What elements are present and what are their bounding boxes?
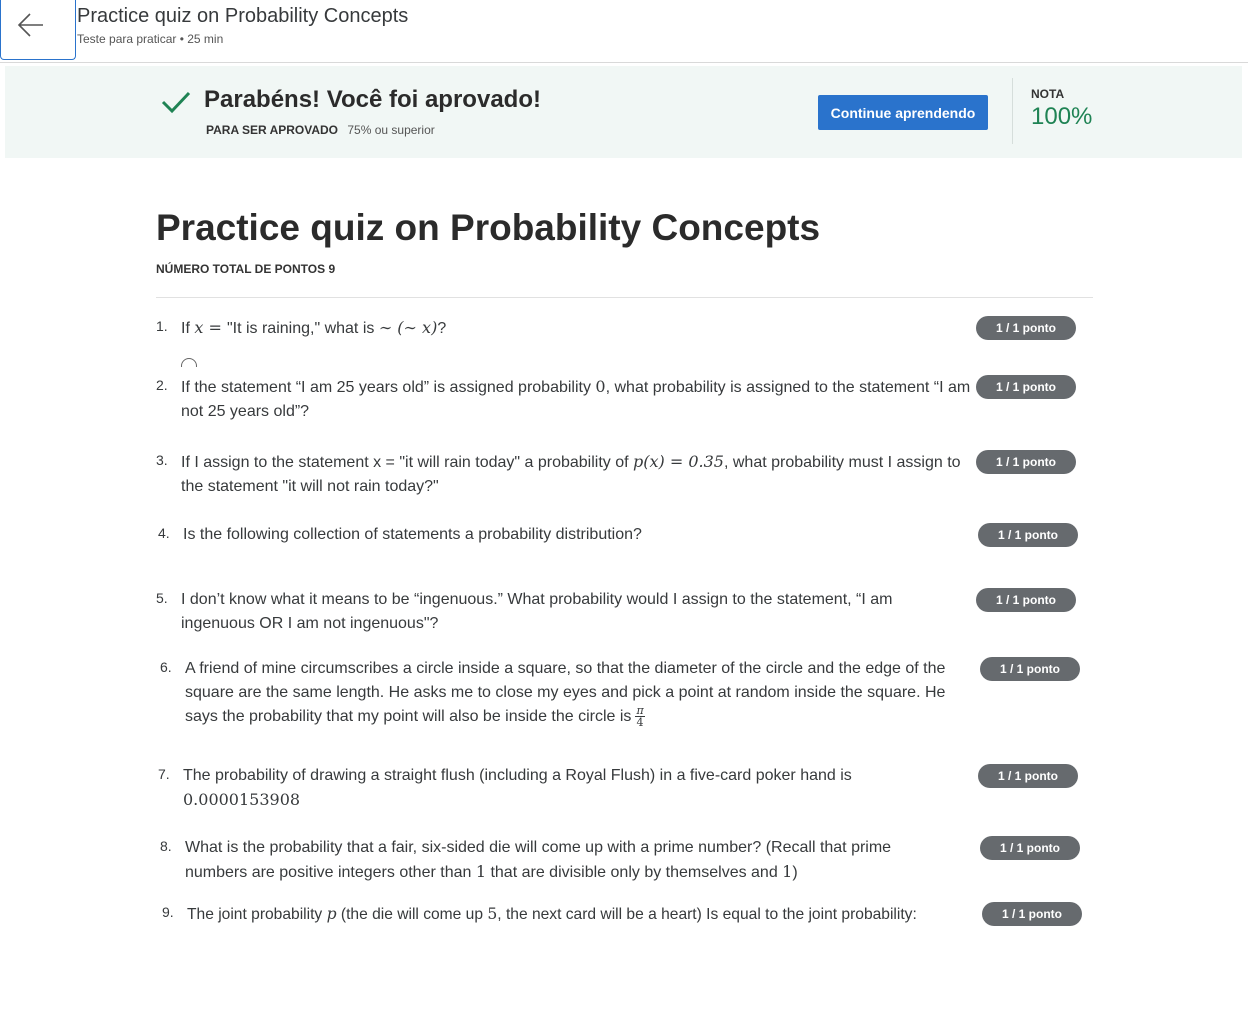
back-button[interactable] xyxy=(0,0,76,60)
points-badge: 1 / 1 ponto xyxy=(978,764,1078,788)
question-number: 9. xyxy=(162,904,174,920)
grade-label: NOTA xyxy=(1031,87,1065,101)
question-text: If x = "It is raining," what is ∼ (∼ x)? xyxy=(181,318,447,337)
continue-learning-button[interactable]: Continue aprendendo xyxy=(818,95,988,130)
total-points: NÚMERO TOTAL DE PONTOS 9 xyxy=(156,262,336,276)
pass-label: PARA SER APROVADO xyxy=(206,123,339,137)
radio-option-fragment[interactable] xyxy=(181,358,199,367)
points-badge: 1 / 1 ponto xyxy=(976,316,1076,340)
points-badge: 1 / 1 ponto xyxy=(982,902,1082,926)
question-number: 1. xyxy=(156,318,168,334)
question-number: 2. xyxy=(156,377,168,393)
points-badge: 1 / 1 ponto xyxy=(980,657,1080,681)
pass-value: 75% ou superior xyxy=(347,123,435,137)
header-subtitle: Teste para praticar • 25 min xyxy=(77,32,224,46)
quiz-title: Practice quiz on Probability Concepts xyxy=(156,207,821,248)
question-number: 3. xyxy=(156,452,168,468)
question-number: 8. xyxy=(160,838,172,854)
question-text: If the statement “I am 25 years old” is … xyxy=(181,377,971,420)
pi-over-4-fraction: π4 xyxy=(635,704,645,730)
question-number: 7. xyxy=(158,766,170,782)
pass-requirement: PARA SER APROVADO 75% ou superior xyxy=(206,123,435,137)
top-header: Practice quiz on Probability Concepts Te… xyxy=(0,0,1248,63)
points-badge: 1 / 1 ponto xyxy=(980,836,1080,860)
arrow-left-icon xyxy=(17,13,43,37)
question-text: I don’t know what it means to be “ingenu… xyxy=(181,591,893,632)
content-divider xyxy=(156,297,1093,298)
pass-message: Parabéns! Você foi aprovado! xyxy=(204,86,541,113)
banner-divider xyxy=(1012,78,1013,144)
question-text: A friend of mine circumscribes a circle … xyxy=(185,660,946,730)
pass-banner: Parabéns! Você foi aprovado! PARA SER AP… xyxy=(5,66,1242,158)
points-badge: 1 / 1 ponto xyxy=(976,375,1076,399)
points-badge: 1 / 1 ponto xyxy=(976,588,1076,612)
question-number: 6. xyxy=(160,659,172,675)
points-badge: 1 / 1 ponto xyxy=(978,523,1078,547)
question-text: If I assign to the statement x = "it wil… xyxy=(181,452,961,495)
question-text: The joint probability p (the die will co… xyxy=(187,905,917,923)
points-badge: 1 / 1 ponto xyxy=(976,450,1076,474)
header-title: Practice quiz on Probability Concepts xyxy=(77,5,409,27)
question-number: 5. xyxy=(156,590,168,606)
question-text: Is the following collection of statement… xyxy=(183,526,642,543)
grade-value: 100% xyxy=(1031,103,1093,130)
question-text: What is the probability that a fair, six… xyxy=(185,839,892,881)
question-number: 4. xyxy=(158,525,170,541)
check-icon xyxy=(161,91,191,114)
question-text: The probability of drawing a straight fl… xyxy=(183,767,852,809)
